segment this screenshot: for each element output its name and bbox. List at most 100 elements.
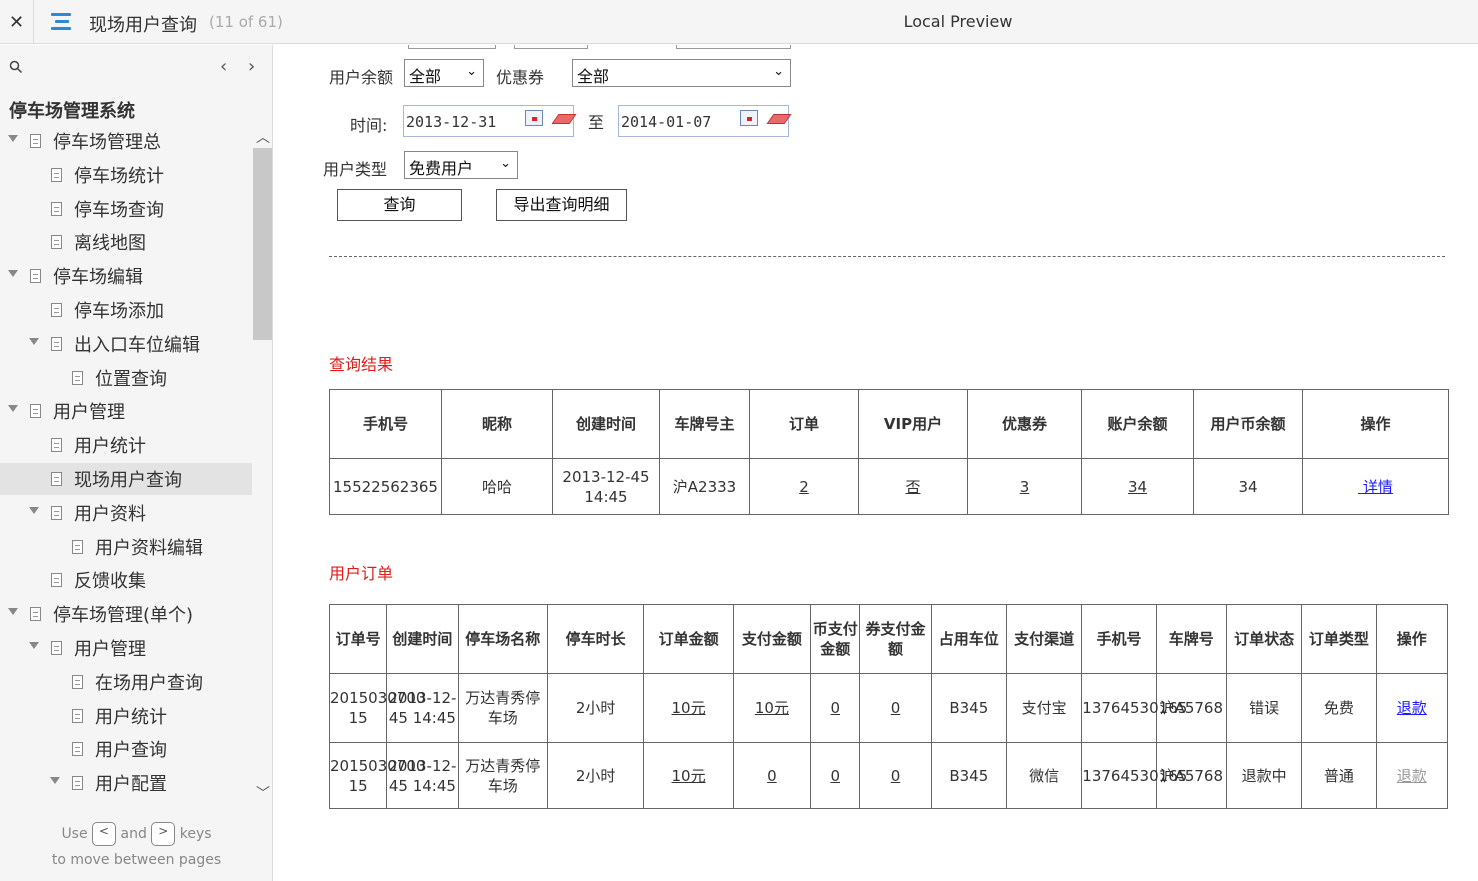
sidebar-item[interactable]: 用户资料 (0, 497, 252, 529)
close-button[interactable]: ✕ (0, 0, 34, 44)
paid-link[interactable]: 10元 (755, 699, 789, 717)
phone-cell: 15522562365 (329, 458, 442, 515)
orders-link[interactable]: 2 (799, 478, 809, 496)
page-icon (30, 404, 41, 419)
coupon-paid-link[interactable]: 0 (891, 767, 901, 785)
column-header: 用户币余额 (1193, 389, 1303, 459)
page-icon (51, 505, 62, 520)
next-page-button[interactable]: › (248, 56, 255, 77)
sidebar-item[interactable]: 用户统计 (0, 700, 252, 732)
eraser-icon[interactable] (551, 114, 577, 124)
scrollbar-thumb[interactable] (253, 148, 272, 340)
sidebar-item-label: 位置查询 (95, 368, 167, 390)
balance-select[interactable]: 全部 ⌄ (404, 59, 484, 87)
refund-link[interactable]: 退款 (1397, 699, 1427, 717)
page-icon (72, 708, 83, 723)
sidebar-item[interactable]: 在场用户查询 (0, 666, 252, 698)
column-header: 车牌号主 (659, 389, 750, 459)
sidebar-item[interactable]: 停车场添加 (0, 294, 252, 326)
page-icon (72, 674, 83, 689)
scroll-up-icon[interactable]: ︿ (256, 127, 270, 147)
sidebar-item-label: 用户管理 (53, 402, 125, 424)
sidebar-item[interactable]: 用户管理 (0, 395, 252, 427)
calendar-icon[interactable] (525, 110, 543, 126)
time-label: 时间: (350, 116, 388, 135)
search-icon[interactable] (9, 60, 23, 74)
scroll-down-icon[interactable]: ﹀ (256, 783, 270, 803)
prev-page-button[interactable]: ‹ (220, 56, 227, 77)
coupon-paid-link[interactable]: 0 (891, 699, 901, 717)
column-header: 账户余额 (1081, 389, 1194, 459)
hint-line2: to move between pages (51, 852, 222, 868)
sidebar-item[interactable]: 用户资料编辑 (0, 531, 252, 563)
coupons-link[interactable]: 3 (1020, 478, 1030, 496)
export-button[interactable]: 导出查询明细 (496, 189, 627, 221)
sidebar-item[interactable]: 反馈收集 (0, 564, 252, 596)
caret-down-icon[interactable] (50, 777, 60, 785)
caret-down-icon[interactable] (8, 270, 18, 278)
sidebar-item[interactable]: 用户配置 (0, 767, 252, 799)
sidebar-item[interactable]: 用户管理 (0, 632, 252, 664)
caret-down-icon[interactable] (29, 506, 39, 514)
cut-off-field[interactable] (408, 45, 496, 49)
sidebar-item[interactable]: 停车场管理总 (0, 125, 252, 157)
date-to-input[interactable]: 2014-01-07 (618, 105, 792, 137)
column-header: 优惠券 (967, 389, 1082, 459)
calendar-icon[interactable] (740, 110, 758, 126)
column-header: 订单 (749, 389, 859, 459)
sidebar-item[interactable]: 停车场查询 (0, 193, 252, 225)
hint-use: Use (61, 826, 88, 842)
sidebar-item[interactable]: 停车场管理(单个) (0, 598, 252, 630)
amount-link[interactable]: 10元 (672, 767, 706, 785)
sidebar-item[interactable]: 出入口车位编辑 (0, 328, 252, 360)
paid-link[interactable]: 0 (767, 767, 777, 785)
user-type-select[interactable]: 免费用户 ⌄ (404, 151, 518, 179)
coin-paid-link[interactable]: 0 (830, 699, 840, 717)
sidebar-item[interactable]: 停车场统计 (0, 159, 252, 191)
page-icon (30, 134, 41, 148)
column-header: 手机号 (329, 389, 442, 459)
coin-paid-link[interactable]: 0 (830, 767, 840, 785)
parking-cell: 万达青秀停车场 (457, 742, 548, 809)
caret-down-icon[interactable] (8, 405, 18, 413)
cut-off-field[interactable] (676, 45, 791, 49)
type-cell: 普通 (1301, 742, 1377, 809)
sidebar-item[interactable]: 离线地图 (0, 226, 252, 258)
paid-cell: 0 (732, 742, 812, 809)
chevron-down-icon: ⌄ (500, 156, 511, 171)
caret-down-icon[interactable] (29, 642, 39, 649)
caret-down-icon[interactable] (8, 608, 18, 616)
sidebar-item[interactable]: 用户统计 (0, 429, 252, 461)
plate-cell: 沪A5768 (1155, 742, 1227, 809)
table-row: 2015030700 15 2013-12-45 14:45 万达青秀停车场 2… (328, 742, 1449, 809)
close-icon[interactable]: ✕ (9, 12, 24, 33)
balance-link[interactable]: 34 (1128, 478, 1147, 496)
vip-link[interactable]: 否 (905, 478, 920, 496)
coupon-select[interactable]: 全部 ⌄ (572, 59, 791, 87)
sidebar-item[interactable]: 位置查询 (0, 362, 252, 394)
date-from-input[interactable]: 2013-12-31 (403, 105, 577, 137)
column-header: 占用车位 (930, 604, 1007, 674)
status-cell: 退款中 (1225, 742, 1303, 809)
query-button[interactable]: 查询 (337, 189, 462, 221)
sidebar-item[interactable]: 停车场编辑 (0, 260, 252, 292)
page-icon (51, 303, 62, 317)
menu-icon[interactable] (51, 13, 73, 31)
right-key-icon: > (151, 822, 176, 846)
sidebar-item-label: 用户查询 (95, 740, 167, 762)
page-icon (51, 438, 62, 453)
caret-down-icon[interactable] (29, 337, 39, 345)
detail-link[interactable]: 详情 (1358, 478, 1393, 496)
column-header: VIP用户 (858, 389, 968, 459)
eraser-icon[interactable] (766, 114, 792, 124)
page-icon (51, 201, 62, 216)
parking-cell: 万达青秀停车场 (457, 673, 548, 743)
orders-header-row: 订单号 创建时间 停车场名称 停车时长 订单金额 支付金额 币支付金额 券支付金… (328, 604, 1449, 674)
amount-link[interactable]: 10元 (672, 699, 706, 717)
sidebar-item[interactable]: 现场用户查询 (0, 463, 252, 495)
sidebar-item[interactable]: 用户查询 (0, 733, 252, 765)
duration-cell: 2小时 (546, 673, 645, 743)
caret-down-icon[interactable] (8, 135, 18, 142)
column-header: 操作 (1302, 389, 1449, 459)
cut-off-field[interactable] (514, 45, 588, 49)
